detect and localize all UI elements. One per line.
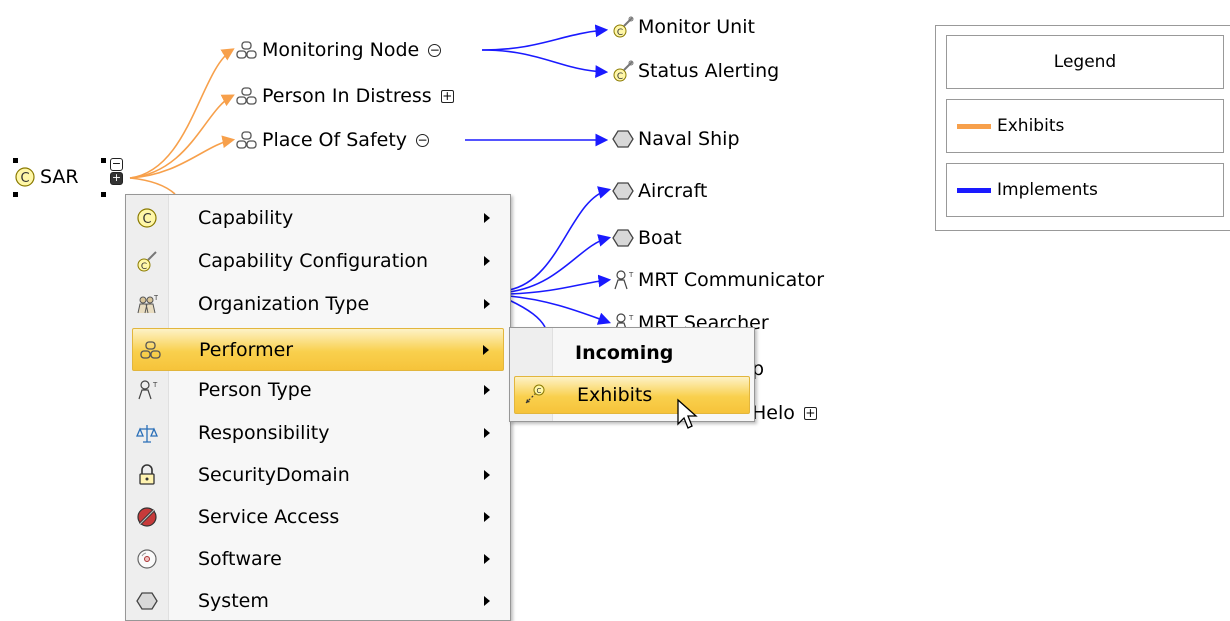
capability-icon: C — [126, 207, 168, 229]
node-helo-partial[interactable]: Helo + — [752, 402, 817, 424]
node-monitoring-node[interactable]: Monitoring Node − — [236, 39, 442, 61]
node-boat[interactable]: Boat — [612, 227, 682, 249]
submenu-arrow-icon — [484, 511, 490, 522]
node-naval-ship[interactable]: Naval Ship — [612, 128, 740, 150]
menu-item-person-type[interactable]: T Person Type — [126, 369, 510, 410]
performer-icon — [236, 129, 258, 151]
implements-line-swatch — [957, 187, 991, 193]
expand-button[interactable]: + — [110, 172, 123, 185]
svg-text:T: T — [628, 271, 634, 279]
menu-item-software[interactable]: Software — [126, 538, 510, 579]
system-icon — [612, 128, 634, 150]
capability-configuration-icon: C — [612, 60, 634, 82]
menu-item-capability[interactable]: C Capability — [126, 197, 510, 238]
node-label: SAR — [40, 166, 79, 188]
performer-submenu: Incoming C Exhibits — [509, 327, 755, 422]
menu-item-service-access[interactable]: Service Access — [126, 496, 510, 537]
svg-text:T: T — [153, 294, 158, 302]
exhibits-icon: C — [515, 384, 553, 406]
submenu-arrow-icon — [483, 344, 489, 355]
menu-item-capability-configuration[interactable]: C Capability Configuration — [126, 240, 510, 281]
menu-item-responsibility[interactable]: Responsibility — [126, 412, 510, 453]
svg-text:C: C — [141, 262, 147, 272]
context-menu: C Capability C Capability Configuration … — [125, 194, 511, 621]
expand-toggle[interactable]: + — [440, 89, 454, 103]
node-status-alerting[interactable]: C Status Alerting — [612, 60, 779, 82]
node-person-in-distress[interactable]: Person In Distress + — [236, 85, 454, 107]
software-icon — [126, 548, 168, 570]
exhibits-line-swatch — [957, 123, 991, 129]
submenu-arrow-icon — [484, 595, 490, 606]
svg-text:C: C — [20, 171, 29, 186]
submenu-arrow-icon — [484, 255, 490, 266]
person-type-icon: T — [612, 269, 634, 291]
node-aircraft[interactable]: Aircraft — [612, 180, 707, 202]
collapse-toggle[interactable]: − — [428, 43, 442, 57]
responsibility-icon — [126, 422, 168, 444]
submenu-arrow-icon — [484, 298, 490, 309]
person-type-icon: T — [126, 379, 168, 401]
menu-item-organization-type[interactable]: T Organization Type — [126, 283, 510, 324]
svg-text:C: C — [142, 212, 151, 227]
legend-item-implements: Implements — [946, 163, 1224, 217]
selection-handle[interactable] — [13, 192, 18, 197]
svg-text:T: T — [152, 381, 158, 389]
submenu-arrow-icon — [484, 427, 490, 438]
exhibits-edges — [129, 48, 236, 195]
svg-text:C: C — [617, 72, 623, 82]
svg-text:C: C — [537, 387, 542, 395]
capability-configuration-icon: C — [126, 250, 168, 272]
node-sar[interactable]: C SAR — [14, 166, 79, 188]
node-monitor-unit[interactable]: C Monitor Unit — [612, 16, 755, 38]
collapse-toggle[interactable]: − — [416, 133, 430, 147]
node-mrt-communicator[interactable]: T MRT Communicator — [612, 269, 824, 291]
selection-handle[interactable] — [101, 158, 106, 163]
submenu-arrow-icon — [484, 553, 490, 564]
service-access-icon — [126, 506, 168, 528]
menu-item-performer[interactable]: Performer — [132, 328, 504, 371]
expand-toggle[interactable]: + — [803, 406, 817, 420]
selection-handle[interactable] — [13, 158, 18, 163]
security-domain-icon — [126, 463, 168, 486]
submenu-header-incoming: Incoming — [575, 342, 674, 364]
capability-configuration-icon: C — [612, 16, 634, 38]
system-icon — [126, 590, 168, 612]
legend-title: Legend — [946, 35, 1224, 89]
svg-text:T: T — [628, 314, 634, 322]
organization-type-icon: T — [126, 293, 168, 315]
system-icon — [612, 180, 634, 202]
performer-icon — [236, 85, 258, 107]
svg-text:C: C — [617, 28, 623, 38]
submenu-arrow-icon — [484, 469, 490, 480]
performer-icon — [236, 39, 258, 61]
collapse-button[interactable]: − — [110, 158, 123, 171]
submenu-item-exhibits[interactable]: C Exhibits — [514, 376, 750, 414]
menu-item-security-domain[interactable]: SecurityDomain — [126, 454, 510, 495]
submenu-arrow-icon — [484, 212, 490, 223]
performer-icon — [133, 340, 169, 360]
legend-panel[interactable]: Legend Exhibits Implements — [935, 25, 1230, 231]
mouse-cursor-icon — [677, 398, 698, 429]
selection-handle[interactable] — [101, 192, 106, 197]
submenu-arrow-icon — [484, 384, 490, 395]
node-place-of-safety[interactable]: Place Of Safety − — [236, 129, 430, 151]
legend-item-exhibits: Exhibits — [946, 99, 1224, 153]
capability-icon: C — [14, 166, 36, 188]
system-icon — [612, 227, 634, 249]
